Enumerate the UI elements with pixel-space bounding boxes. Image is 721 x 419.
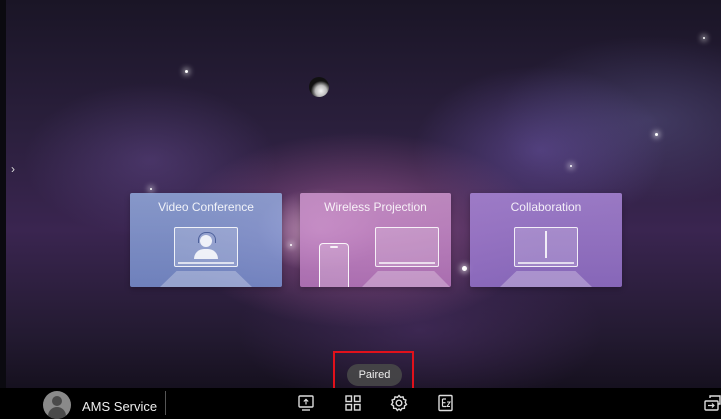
- apps-grid-icon[interactable]: [342, 392, 364, 414]
- ez-write-icon[interactable]: [435, 392, 457, 414]
- card-label: Video Conference: [158, 200, 254, 214]
- wireless-projection-illustration: [375, 227, 439, 267]
- star: [185, 70, 188, 73]
- card-label: Collaboration: [510, 200, 582, 214]
- wireless-projection-card[interactable]: Wireless Projection: [300, 193, 451, 287]
- star: [290, 244, 292, 246]
- screen-share-icon[interactable]: [295, 392, 317, 414]
- settings-gear-icon[interactable]: [388, 392, 410, 414]
- star: [570, 165, 572, 167]
- user-avatar[interactable]: [43, 391, 71, 419]
- left-edge: [0, 0, 6, 419]
- video-conference-illustration: [174, 227, 238, 267]
- collaboration-card[interactable]: Collaboration: [470, 193, 622, 287]
- input-source-icon[interactable]: [702, 392, 721, 414]
- star: [462, 266, 467, 271]
- user-name[interactable]: AMS Service: [82, 399, 157, 414]
- floor-shadow: [160, 271, 252, 287]
- divider: [165, 391, 166, 415]
- floor-shadow: [362, 271, 450, 287]
- desktop-background: › Video Conference Wireless Projection C…: [0, 0, 721, 419]
- phone-illustration: [319, 243, 349, 287]
- star: [655, 133, 658, 136]
- paired-toast: Paired: [347, 364, 402, 386]
- video-conference-card[interactable]: Video Conference: [130, 193, 282, 287]
- star: [150, 188, 152, 190]
- avatar-head: [52, 396, 62, 406]
- floor-shadow: [500, 271, 592, 287]
- avatar-body: [48, 407, 66, 419]
- card-label: Wireless Projection: [324, 200, 427, 214]
- collaboration-illustration: [514, 227, 578, 267]
- side-panel-arrow-icon[interactable]: ›: [6, 160, 20, 178]
- planet: [309, 77, 329, 97]
- star: [703, 37, 705, 39]
